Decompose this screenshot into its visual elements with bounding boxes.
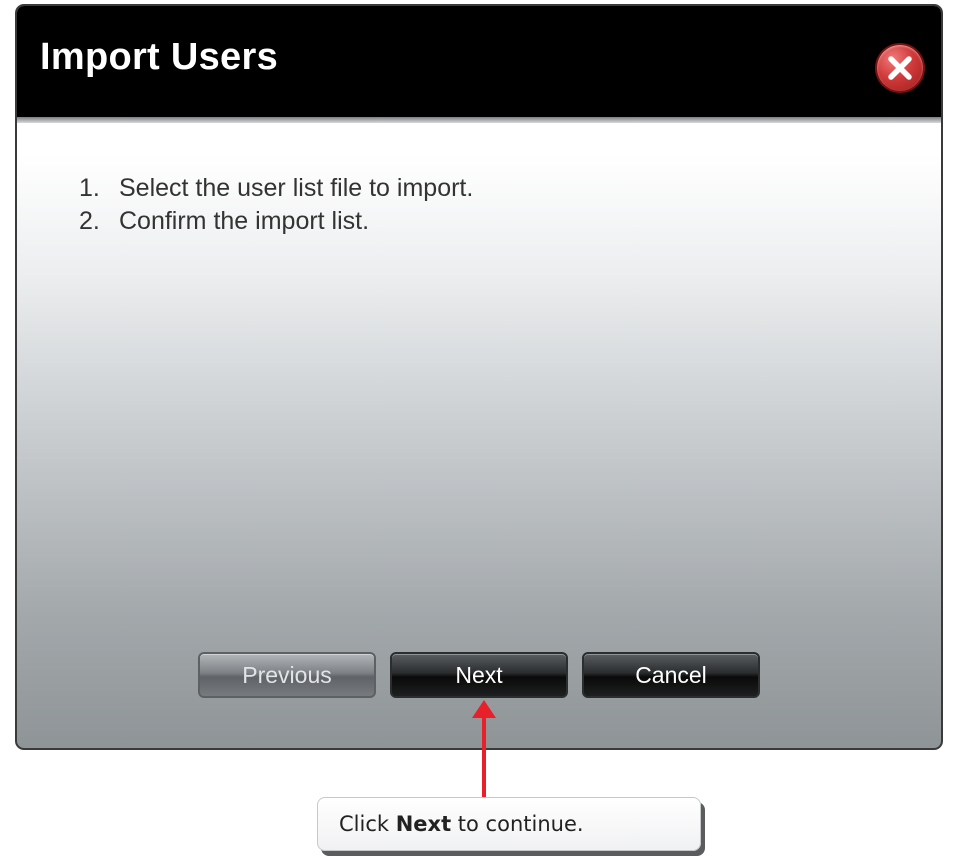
step-text: Confirm the import list.: [119, 207, 370, 235]
callout-suffix: to continue.: [451, 812, 584, 836]
titlebar-divider: [17, 117, 941, 123]
step-text: Select the user list file to import.: [119, 174, 474, 202]
callout-prefix: Click: [339, 812, 396, 836]
import-users-dialog: Import Users 1. Select the user list fil…: [15, 4, 943, 750]
instruction-step: 1. Select the user list file to import.: [79, 172, 473, 205]
instruction-callout: Click Next to continue.: [317, 797, 701, 851]
dialog-title: Import Users: [40, 36, 279, 78]
dialog-titlebar: Import Users: [17, 6, 941, 117]
instruction-step: 2. Confirm the import list.: [79, 205, 473, 238]
previous-button[interactable]: Previous: [198, 652, 376, 698]
cancel-button[interactable]: Cancel: [582, 652, 760, 698]
pointer-arrow-icon: [472, 700, 496, 800]
instruction-list: 1. Select the user list file to import. …: [79, 172, 473, 238]
close-icon[interactable]: [877, 45, 923, 91]
step-number: 1.: [79, 174, 100, 202]
callout-bold: Next: [395, 812, 452, 836]
next-button[interactable]: Next: [390, 652, 568, 698]
step-number: 2.: [79, 207, 100, 235]
